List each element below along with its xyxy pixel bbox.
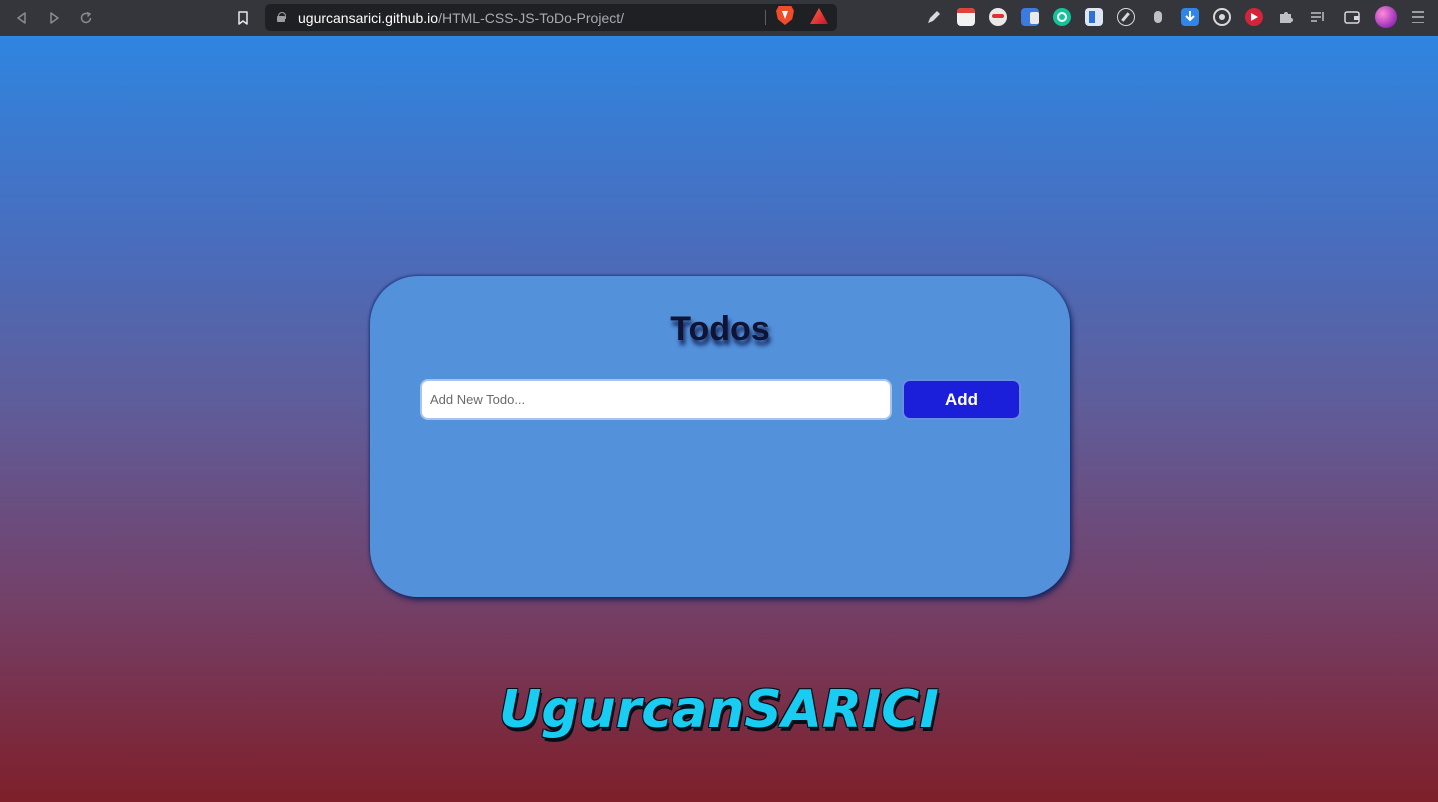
back-arrow-icon[interactable]: [12, 8, 32, 28]
profile-avatar[interactable]: [1375, 6, 1397, 28]
page-title: Todos: [670, 310, 770, 348]
puzzle-icon[interactable]: [1277, 8, 1295, 26]
todo-card: Todos Add: [370, 276, 1070, 597]
calendar-extension-icon[interactable]: [957, 8, 975, 26]
wallet-icon[interactable]: [1343, 8, 1361, 26]
url-text[interactable]: ugurcansarici.github.io/HTML-CSS-JS-ToDo…: [298, 10, 624, 26]
compass-icon[interactable]: [1117, 8, 1135, 26]
bookmark-icon[interactable]: [233, 8, 253, 28]
translate-extension-icon[interactable]: [1021, 8, 1039, 26]
ring-extension-icon[interactable]: [1213, 8, 1231, 26]
address-bar[interactable]: ugurcansarici.github.io/HTML-CSS-JS-ToDo…: [265, 4, 837, 31]
url-path: /HTML-CSS-JS-ToDo-Project/: [438, 10, 625, 26]
playlist-icon[interactable]: [1309, 8, 1327, 26]
author-signature: UgurcanSARICI: [499, 680, 939, 740]
video-extension-icon[interactable]: [1245, 8, 1263, 26]
url-divider: [765, 10, 766, 25]
pen-extension-icon[interactable]: [925, 8, 943, 26]
reload-icon[interactable]: [76, 8, 96, 28]
face-extension-icon[interactable]: [989, 8, 1007, 26]
new-todo-input[interactable]: [420, 379, 892, 420]
lock-icon: [277, 12, 286, 22]
badge-extension-icon[interactable]: [1149, 8, 1167, 26]
menu-icon[interactable]: [1412, 9, 1424, 25]
download-icon[interactable]: [1181, 8, 1199, 26]
forward-arrow-icon[interactable]: [44, 8, 64, 28]
grammarly-icon[interactable]: [1053, 8, 1071, 26]
browser-toolbar: ugurcansarici.github.io/HTML-CSS-JS-ToDo…: [0, 0, 1438, 36]
document-extension-icon[interactable]: [1085, 8, 1103, 26]
page-background: Todos Add UgurcanSARICI: [0, 36, 1438, 802]
add-todo-button[interactable]: Add: [902, 379, 1021, 420]
url-host: ugurcansarici.github.io: [298, 10, 439, 26]
